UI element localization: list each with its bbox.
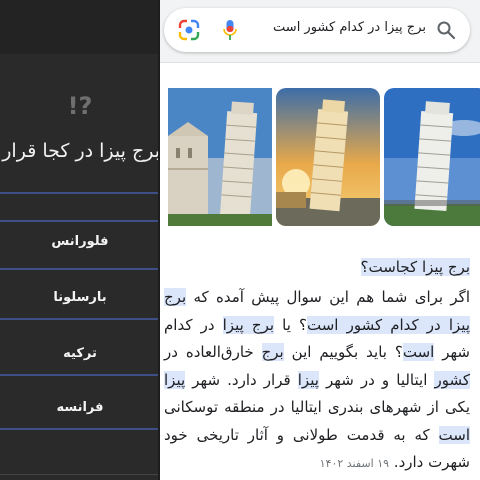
quiz-divider <box>0 318 160 320</box>
snippet-keyword: پیزا در کدام کشور است <box>307 315 470 334</box>
snippet-keyword: برج <box>164 288 187 306</box>
snippet-keyword: است <box>402 343 435 361</box>
image-result-2[interactable] <box>276 88 380 226</box>
snippet-text: ؟ باید بگوییم این <box>283 343 403 361</box>
snippet-question: برج پیزا کجاست؟ <box>164 258 470 276</box>
snippet-text: یکی از شهرهای بندری ایتالیا در منطقه توس… <box>164 398 470 416</box>
quiz-option-1[interactable]: فلورانس <box>0 234 160 249</box>
search-icon[interactable] <box>436 20 456 40</box>
quiz-question: برج پیزا در کجا قرار دارد <box>0 140 160 162</box>
snippet-text: که به قدمت طولانی و آثار تاریخی خود شهرت… <box>164 425 470 472</box>
featured-snippet: برج پیزا کجاست؟ اگر برای شما هم این سوال… <box>164 258 470 478</box>
snippet-keyword: برج <box>261 343 284 361</box>
quiz-divider <box>0 220 160 222</box>
snippet-keyword: پیزا <box>297 370 319 389</box>
quiz-option-3[interactable]: ترکیه <box>0 346 160 361</box>
snippet-body: اگر برای شما هم این سوال پیش آمده که برج… <box>164 284 470 478</box>
snippet-keyword: کشور <box>434 370 470 389</box>
snippet-question-text: برج پیزا کجاست؟ <box>360 258 470 276</box>
header-separator <box>160 62 480 63</box>
quiz-bottom-line <box>0 474 160 475</box>
mic-icon[interactable] <box>222 19 238 41</box>
quiz-option-4[interactable]: فرانسه <box>0 400 160 415</box>
snippet-keyword: پیزا <box>164 370 186 389</box>
quiz-panel: !? برج پیزا در کجا قرار دارد فلورانس بار… <box>0 0 160 480</box>
snippet-keyword: برج پیزا <box>222 315 275 334</box>
snippet-text: خارق‌العاده در <box>164 343 262 361</box>
quiz-header-band <box>0 0 160 54</box>
image-result-3[interactable] <box>384 88 480 226</box>
search-query[interactable]: برج پیزا در کدام کشور است <box>273 20 426 35</box>
quiz-divider <box>0 192 160 194</box>
quiz-divider <box>0 428 160 430</box>
quiz-divider <box>0 268 160 270</box>
search-bar[interactable]: برج پیزا در کدام کشور است <box>164 8 470 52</box>
quiz-divider <box>0 374 160 376</box>
snippet-keyword: است <box>438 425 470 444</box>
snippet-text: ؟ یا <box>274 315 307 334</box>
search-panel: برج پیزا در کدام کشور است برج پیزا کجاست… <box>160 0 480 480</box>
question-mark-icon: !? <box>67 92 93 120</box>
snippet-text: قرار دارد. شهر <box>185 370 298 389</box>
snippet-text: ایتالیا و در شهر <box>318 370 435 389</box>
google-lens-icon[interactable] <box>178 19 200 41</box>
snippet-date: ۱۹ اسفند ۱۴۰۲ <box>319 457 390 470</box>
snippet-text: اگر برای شما هم این سوال پیش آمده که <box>186 288 470 306</box>
image-result-1[interactable] <box>168 88 272 226</box>
quiz-option-2[interactable]: بارسلونا <box>0 290 160 305</box>
